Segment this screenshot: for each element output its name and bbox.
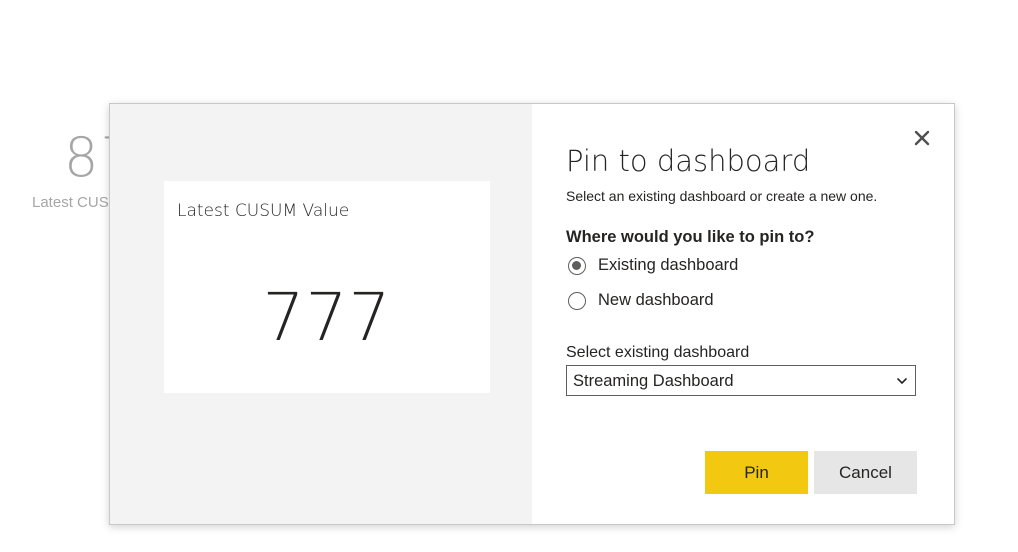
radio-button-unchecked[interactable]	[568, 291, 586, 310]
preview-card: Latest CUSUM Value 777	[164, 181, 490, 393]
preview-card-title: Latest CUSUM Value	[177, 201, 350, 221]
dialog-title: Pin to dashboard	[566, 144, 811, 178]
pin-to-dashboard-dialog: Latest CUSUM Value 777 Pin to dashboard …	[109, 103, 955, 525]
radio-new-dashboard-label: New dashboard	[598, 291, 714, 309]
radio-new-dashboard[interactable]: New dashboard	[568, 291, 714, 310]
cancel-button[interactable]: Cancel	[814, 451, 917, 494]
radio-existing-dashboard-label: Existing dashboard	[598, 256, 739, 274]
report-canvas: 87 Latest CUS Latest CUSUM Value 777 Pin…	[0, 0, 1018, 552]
pin-button[interactable]: Pin	[705, 451, 808, 494]
chevron-down-icon	[897, 378, 907, 384]
form-pane: Pin to dashboard Select an existing dash…	[532, 104, 954, 524]
dashboard-select-value: Streaming Dashboard	[573, 372, 734, 390]
preview-card-value: 777	[262, 279, 392, 356]
dashboard-select-label: Select existing dashboard	[566, 344, 750, 361]
dialog-subtitle: Select an existing dashboard or create a…	[566, 188, 878, 204]
background-card-label: Latest CUS	[32, 194, 109, 211]
dashboard-select[interactable]: Streaming Dashboard	[566, 365, 916, 396]
pin-location-question: Where would you like to pin to?	[566, 228, 815, 246]
preview-pane: Latest CUSUM Value 777	[110, 104, 532, 524]
close-button[interactable]	[912, 128, 932, 148]
radio-existing-dashboard[interactable]: Existing dashboard	[568, 256, 738, 275]
close-icon	[914, 130, 930, 146]
radio-button-checked[interactable]	[568, 256, 586, 275]
